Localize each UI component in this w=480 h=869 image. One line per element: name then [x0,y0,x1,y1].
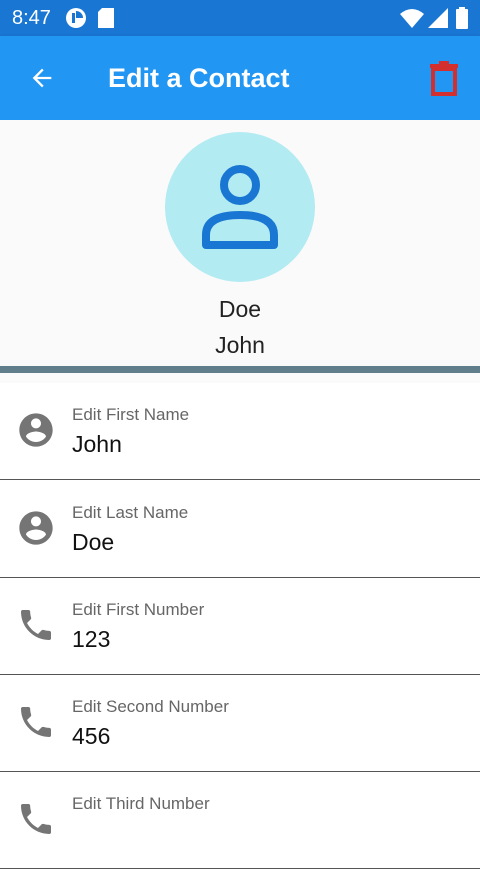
first-name-label: Edit First Name [72,405,190,424]
battery-icon [456,7,468,29]
header-first-name: John [215,332,265,358]
third-number-input[interactable] [72,820,452,847]
first-number-field[interactable]: Edit First Number [0,578,480,675]
section-divider [0,366,480,373]
avatar[interactable] [165,132,315,282]
last-name-field[interactable]: Edit Last Name [0,481,480,578]
contact-header: Doe John [0,120,480,366]
first-name-input[interactable] [72,431,452,458]
third-number-field[interactable]: Edit Third Number [0,772,480,869]
header-last-name: Doe [218,296,262,322]
last-name-input[interactable] [72,529,452,556]
second-number-input[interactable] [72,723,452,750]
account-circle-icon [16,410,56,450]
sd-card-icon [97,7,115,29]
back-button[interactable] [24,60,60,96]
first-name-field[interactable]: Edit First Name [0,383,480,480]
pie-progress-icon [65,7,87,29]
person-icon [202,165,278,249]
wifi-icon [400,8,424,28]
second-number-label: Edit Second Number [72,697,229,716]
delete-button[interactable] [424,58,464,98]
phone-icon [16,702,56,742]
first-number-label: Edit First Number [72,600,205,619]
second-number-field[interactable]: Edit Second Number [0,675,480,772]
status-time: 8:47 [12,6,51,29]
arrow-back-icon [32,68,52,88]
app-bar: Edit a Contact [0,36,480,120]
status-bar: 8:47 [0,0,480,36]
first-number-input[interactable] [72,626,452,653]
edit-form: Edit First Name Edit Last Name Edit Firs… [0,383,480,869]
phone-icon [16,799,56,839]
page-title: Edit a Contact [108,63,290,93]
third-number-label: Edit Third Number [72,794,210,813]
phone-icon [16,605,56,645]
last-name-label: Edit Last Name [72,503,189,522]
trash-icon [430,61,458,96]
account-circle-icon [16,508,56,548]
signal-icon [428,8,448,28]
